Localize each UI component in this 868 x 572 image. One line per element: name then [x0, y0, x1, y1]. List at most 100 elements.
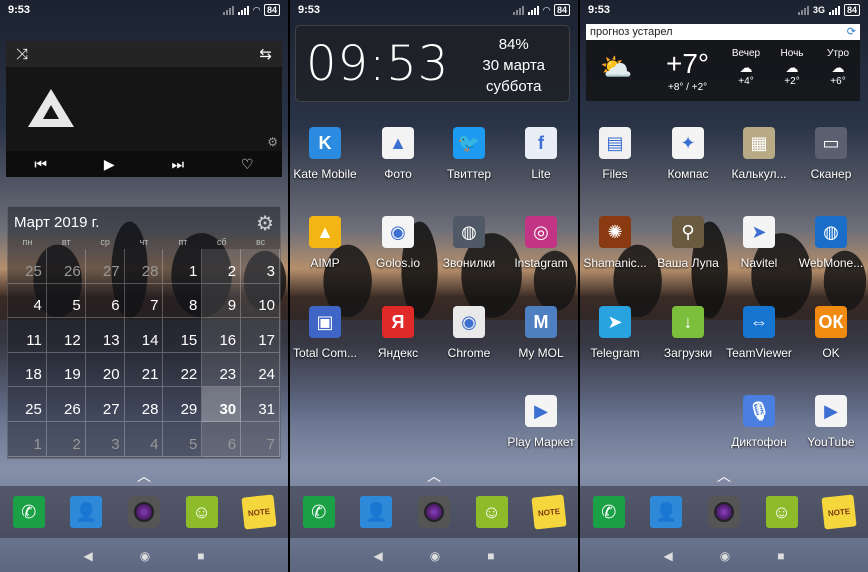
- calendar-day[interactable]: 15: [163, 318, 203, 353]
- next-icon[interactable]: ⏭: [172, 156, 185, 173]
- calendar-day[interactable]: 26: [46, 249, 86, 284]
- calendar-day[interactable]: 17: [241, 318, 280, 353]
- app-lite[interactable]: f Lite: [505, 127, 577, 181]
- home-icon[interactable]: ◉: [430, 549, 440, 563]
- calendar-day[interactable]: 31: [241, 387, 280, 422]
- app-aimp[interactable]: ▲ AIMP: [290, 216, 361, 270]
- app-teamviewer[interactable]: ⇔ TeamViewer: [723, 306, 795, 360]
- notes-icon[interactable]: NOTE: [821, 494, 857, 530]
- contacts-icon[interactable]: 👤: [650, 496, 683, 528]
- calendar-day[interactable]: 13: [85, 318, 125, 353]
- app-shamanic[interactable]: ✺ Shamanic...: [580, 216, 651, 270]
- calendar-day[interactable]: 4: [8, 283, 47, 319]
- recents-icon[interactable]: ■: [197, 549, 204, 563]
- calendar-day[interactable]: 19: [46, 352, 86, 388]
- calendar-day[interactable]: 30: [202, 387, 242, 422]
- app-files[interactable]: ▤ Files: [580, 127, 651, 181]
- calendar-day[interactable]: 3: [85, 421, 125, 457]
- notes-icon[interactable]: NOTE: [241, 494, 277, 530]
- calendar-day[interactable]: 6: [202, 421, 242, 457]
- app-загрузки[interactable]: ↓ Загрузки: [652, 306, 724, 360]
- calendar-widget[interactable]: Март 2019 г. ⚙ пн вт ср чт пт сб вс 25 26 27 28 1 2…: [7, 206, 281, 459]
- calendar-day[interactable]: 28: [124, 387, 164, 422]
- calendar-day[interactable]: 14: [124, 318, 164, 353]
- app-my-mol[interactable]: M My MOL: [505, 306, 577, 360]
- app-youtube[interactable]: ▶ YouTube: [795, 395, 867, 449]
- calendar-day[interactable]: 7: [124, 283, 164, 319]
- app-ваша-лупа[interactable]: ⚲ Ваша Лупа: [652, 216, 724, 270]
- home-icon[interactable]: ◉: [720, 549, 730, 563]
- app-play-маркет[interactable]: ▶ Play Маркет: [505, 395, 577, 449]
- gear-icon[interactable]: ⚙: [256, 211, 274, 236]
- app-твиттер[interactable]: 🐦 Твиттер: [433, 127, 505, 181]
- calendar-day[interactable]: 11: [8, 318, 47, 353]
- back-icon[interactable]: ◀: [84, 549, 93, 563]
- calendar-day[interactable]: 18: [8, 352, 47, 388]
- calendar-day[interactable]: 3: [241, 249, 280, 284]
- weather-widget[interactable]: прогноз устарел ⟳ ⛅ +7° +8° / +2° Вечер ☁…: [586, 24, 860, 101]
- calendar-day[interactable]: 4: [124, 421, 164, 457]
- heart-icon[interactable]: ♡: [241, 156, 254, 173]
- music-widget[interactable]: ⤨ ⇆ ⚙ ⏮ ▶ ⏭ ♡: [6, 41, 282, 177]
- calendar-day[interactable]: 7: [241, 421, 280, 457]
- messages-icon[interactable]: ☺: [185, 496, 218, 528]
- camera-icon[interactable]: [127, 496, 160, 528]
- messages-icon[interactable]: ☺: [765, 496, 798, 528]
- calendar-day[interactable]: 27: [85, 249, 125, 284]
- chevron-up-icon[interactable]: ︿: [427, 466, 441, 486]
- calendar-day[interactable]: 5: [163, 421, 203, 457]
- recents-icon[interactable]: ■: [487, 549, 494, 563]
- calendar-day[interactable]: 9: [202, 283, 242, 319]
- app-звонилки[interactable]: ◍ Звонилки: [433, 216, 505, 270]
- clock-widget[interactable]: 09:53 84% 30 марта суббота: [295, 25, 570, 102]
- calendar-day[interactable]: 6: [85, 283, 125, 319]
- gear-icon[interactable]: ⚙: [267, 135, 278, 149]
- calendar-day[interactable]: 2: [202, 249, 242, 284]
- calendar-day[interactable]: 22: [163, 352, 203, 388]
- calendar-day[interactable]: 1: [163, 249, 203, 284]
- app-chrome[interactable]: ◉ Chrome: [433, 306, 505, 360]
- calendar-day[interactable]: 2: [46, 421, 86, 457]
- calendar-day[interactable]: 20: [85, 352, 125, 388]
- app-ok[interactable]: ОК OK: [795, 306, 867, 360]
- shuffle-icon[interactable]: ⤨: [16, 46, 28, 63]
- back-icon[interactable]: ◀: [664, 549, 673, 563]
- camera-icon[interactable]: [707, 496, 740, 528]
- contacts-icon[interactable]: 👤: [360, 496, 393, 528]
- calendar-day[interactable]: 28: [124, 249, 164, 284]
- calendar-day[interactable]: 27: [85, 387, 125, 422]
- calendar-day[interactable]: 16: [202, 318, 242, 353]
- phone-icon[interactable]: ✆: [592, 496, 625, 528]
- phone-icon[interactable]: ✆: [302, 496, 335, 528]
- phone-icon[interactable]: ✆: [12, 496, 45, 528]
- recents-icon[interactable]: ■: [777, 549, 784, 563]
- calendar-day[interactable]: 8: [163, 283, 203, 319]
- back-icon[interactable]: ◀: [374, 549, 383, 563]
- chevron-up-icon[interactable]: ︿: [717, 466, 731, 486]
- previous-icon[interactable]: ⏮: [34, 156, 47, 173]
- calendar-day[interactable]: 21: [124, 352, 164, 388]
- refresh-icon[interactable]: ⟳: [847, 25, 856, 38]
- repeat-icon[interactable]: ⇆: [259, 45, 272, 63]
- notes-icon[interactable]: NOTE: [531, 494, 567, 530]
- app-калькул[interactable]: ▦ Калькул...: [723, 127, 795, 181]
- messages-icon[interactable]: ☺: [475, 496, 508, 528]
- app-telegram[interactable]: ➤ Telegram: [580, 306, 651, 360]
- app-navitel[interactable]: ➤ Navitel: [723, 216, 795, 270]
- app-kate-mobile[interactable]: K Kate Mobile: [290, 127, 361, 181]
- calendar-day[interactable]: 10: [241, 283, 280, 319]
- app-instagram[interactable]: ◎ Instagram: [505, 216, 577, 270]
- calendar-day[interactable]: 1: [8, 421, 47, 457]
- app-диктофон[interactable]: 🎙 Диктофон: [723, 395, 795, 449]
- play-icon[interactable]: ▶: [104, 156, 115, 173]
- calendar-day[interactable]: 12: [46, 318, 86, 353]
- app-total-com[interactable]: ▣ Total Com...: [290, 306, 361, 360]
- app-golos-io[interactable]: ◉ Golos.io: [362, 216, 434, 270]
- app-фото[interactable]: ▲ Фото: [362, 127, 434, 181]
- calendar-day[interactable]: 5: [46, 283, 86, 319]
- app-webmone[interactable]: ◍ WebMone...: [795, 216, 867, 270]
- calendar-day[interactable]: 25: [8, 249, 47, 284]
- calendar-day[interactable]: 24: [241, 352, 280, 388]
- calendar-day[interactable]: 23: [202, 352, 242, 388]
- home-icon[interactable]: ◉: [140, 549, 150, 563]
